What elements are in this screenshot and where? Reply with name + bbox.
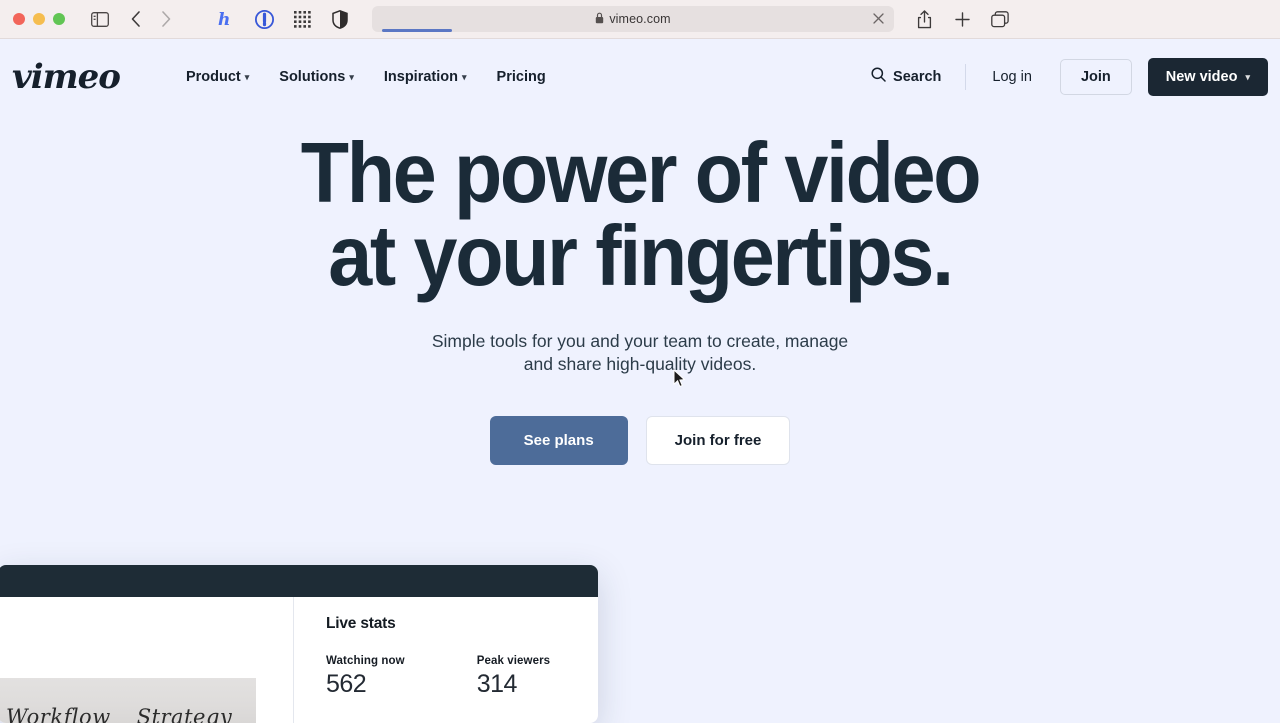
new-tab-icon[interactable] xyxy=(952,9,972,29)
whiteboard-word-1: Workflow xyxy=(6,705,111,723)
toolbar-right-actions xyxy=(914,9,1010,29)
privacy-shield-icon[interactable] xyxy=(330,9,350,29)
nav-item-pricing-label: Pricing xyxy=(496,68,546,85)
onepassword-extension-icon[interactable] xyxy=(254,9,274,29)
window-controls xyxy=(13,13,65,25)
honey-extension-icon[interactable]: h xyxy=(216,9,236,29)
app-preview-card: Workflow Strategy Live stats Watching now… xyxy=(0,565,598,723)
vimeo-logo[interactable]: vimeo xyxy=(12,60,121,94)
chevron-down-icon: ▾ xyxy=(1245,72,1250,82)
chevron-down-icon: ▾ xyxy=(244,72,250,82)
hero-title-line-1: The power of video xyxy=(300,126,982,221)
maximize-window-button[interactable] xyxy=(53,13,65,25)
new-video-button[interactable]: New video ▾ xyxy=(1147,57,1268,96)
live-stats-title: Live stats xyxy=(326,615,396,632)
nav-item-pricing[interactable]: Pricing xyxy=(482,61,561,93)
whiteboard-photo: Workflow Strategy xyxy=(0,678,256,723)
live-stats-panel: Live stats Watching now 562 Peak viewers… xyxy=(294,597,598,723)
header-divider xyxy=(965,63,967,90)
tabs-overview-icon[interactable] xyxy=(990,9,1010,29)
navigation-arrows xyxy=(128,9,174,29)
join-button[interactable]: Join xyxy=(1059,58,1132,95)
card-titlebar xyxy=(0,565,598,597)
hero-section: The power of video at your fingertips. S… xyxy=(0,114,1280,466)
address-bar[interactable]: vimeo.com xyxy=(372,6,894,32)
stat-watching-now: Watching now 562 xyxy=(326,655,405,699)
login-button[interactable]: Log in xyxy=(980,61,1044,93)
search-button[interactable]: Search xyxy=(861,59,951,94)
primary-navigation: Product ▾ Solutions ▾ Inspiration ▾ Pric… xyxy=(171,61,561,93)
whiteboard-word-2: Strategy xyxy=(136,705,233,723)
url-display: vimeo.com xyxy=(595,12,671,27)
mouse-cursor xyxy=(673,368,686,388)
nav-item-solutions-label: Solutions xyxy=(279,68,346,85)
nav-item-inspiration[interactable]: Inspiration ▾ xyxy=(369,61,482,93)
stat-peak-viewers: Peak viewers 314 xyxy=(477,655,550,699)
nav-item-inspiration-label: Inspiration xyxy=(383,68,458,85)
chevron-down-icon: ▾ xyxy=(349,72,354,82)
forward-button-icon[interactable] xyxy=(158,9,174,29)
hero-subtitle-line-2: and share high-quality videos. xyxy=(523,354,757,375)
whiteboard-handwriting: Workflow Strategy xyxy=(6,705,232,723)
stat-peak-viewers-value: 314 xyxy=(476,670,518,698)
share-icon[interactable] xyxy=(914,9,934,29)
join-for-free-button[interactable]: Join for free xyxy=(645,416,791,466)
search-icon xyxy=(871,67,886,86)
back-button-icon[interactable] xyxy=(128,9,144,29)
browser-toolbar: h vimeo.com xyxy=(0,0,1280,39)
svg-text:h: h xyxy=(218,10,230,29)
extension-icons: h xyxy=(216,9,350,29)
new-video-label: New video xyxy=(1165,68,1238,85)
page-loading-progress xyxy=(382,29,452,32)
hero-cta-group: See plans Join for free xyxy=(0,416,1280,466)
hero-subtitle: Simple tools for you and your team to cr… xyxy=(0,330,1280,378)
card-video-pane: Workflow Strategy xyxy=(0,597,294,723)
page-title: The power of video at your fingertips. xyxy=(45,114,1235,305)
search-label: Search xyxy=(893,68,942,85)
minimize-window-button[interactable] xyxy=(33,13,45,25)
stat-peak-viewers-label: Peak viewers xyxy=(476,655,551,667)
card-body: Workflow Strategy Live stats Watching now… xyxy=(0,597,598,723)
close-window-button[interactable] xyxy=(13,13,25,25)
nav-item-product[interactable]: Product ▾ xyxy=(171,61,264,93)
see-plans-button[interactable]: See plans xyxy=(489,416,628,466)
chevron-down-icon: ▾ xyxy=(462,72,467,82)
url-text: vimeo.com xyxy=(609,12,671,26)
hero-subtitle-line-1: Simple tools for you and your team to cr… xyxy=(431,330,849,351)
apps-grid-icon[interactable] xyxy=(292,9,312,29)
live-stats-metrics: Watching now 562 Peak viewers 314 xyxy=(326,655,598,699)
header-actions: Search Log in Join New video ▾ xyxy=(861,57,1268,96)
hero-title-line-2: at your fingertips. xyxy=(328,209,954,305)
stat-watching-now-value: 562 xyxy=(326,670,367,698)
stop-loading-icon[interactable] xyxy=(872,12,886,26)
nav-item-product-label: Product xyxy=(185,68,241,85)
site-header: vimeo Product ▾ Solutions ▾ Inspiration … xyxy=(0,39,1280,114)
stat-watching-now-label: Watching now xyxy=(326,655,405,667)
sidebar-toggle-icon[interactable] xyxy=(90,9,110,29)
lock-icon xyxy=(595,12,604,27)
nav-item-solutions[interactable]: Solutions ▾ xyxy=(264,61,369,93)
